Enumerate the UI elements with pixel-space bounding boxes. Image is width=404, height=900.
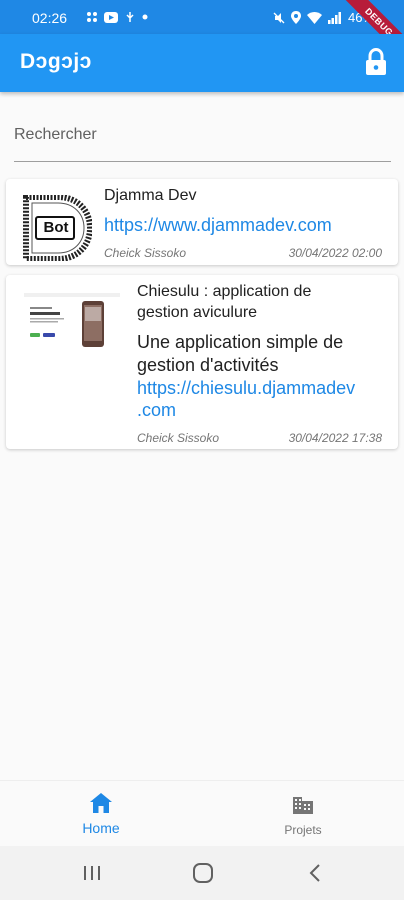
- post-link[interactable]: https://chiesulu.djammadev .com: [137, 377, 355, 421]
- post-title: Djamma Dev: [104, 187, 197, 204]
- location-icon: [290, 11, 301, 24]
- post-link[interactable]: https://www.djammadev.com: [104, 214, 332, 236]
- youtube-icon: [104, 11, 118, 23]
- post-date: 30/04/2022 17:38: [288, 431, 382, 445]
- post-title-line: gestion aviculure: [137, 304, 258, 321]
- post-title-line: Chiesulu : application de: [137, 283, 312, 300]
- post-description-line: gestion d'activités: [137, 355, 279, 375]
- post-link-line: .com: [137, 400, 177, 420]
- dot-icon: [142, 14, 148, 20]
- post-card[interactable]: Chiesulu : application de gestion avicul…: [6, 275, 398, 449]
- post-link-line: https://chiesulu.djammadev: [137, 378, 356, 398]
- back-button[interactable]: [300, 860, 330, 886]
- post-author: Cheick Sissoko: [104, 246, 187, 260]
- app-title: Dɔgɔjɔ: [20, 50, 92, 73]
- status-time: 02:26: [32, 10, 68, 26]
- mute-icon: [273, 12, 285, 23]
- post-card[interactable]: Bot Djamma Dev https://www.djammadev.com…: [6, 179, 398, 265]
- wifi-icon: [306, 11, 322, 24]
- post-title: Chiesulu : application de gestion avicul…: [137, 281, 311, 323]
- home-icon: [90, 793, 112, 813]
- app-bar: Dɔgɔjɔ: [0, 34, 404, 92]
- recent-apps-button[interactable]: [77, 860, 107, 886]
- home-system-button[interactable]: [188, 860, 218, 886]
- nav-home[interactable]: Home: [41, 793, 161, 836]
- app-screenshot-thumbnail: [24, 293, 120, 355]
- bot-logo-thumbnail: Bot: [22, 194, 94, 262]
- bot-logo-text: Bot: [43, 219, 69, 236]
- bottom-navigation: Home Projets: [0, 780, 404, 846]
- search-container: [14, 116, 391, 162]
- status-bar: 02:26 46% DEBUG: [0, 0, 404, 67]
- building-icon: [293, 797, 313, 814]
- post-description-line: Une application simple de: [137, 332, 344, 352]
- lock-icon: [366, 47, 386, 75]
- post-date: 30/04/2022 02:00: [288, 246, 382, 260]
- post-description: Une application simple de gestion d'acti…: [137, 331, 343, 377]
- home-circle-icon: [193, 863, 213, 883]
- nav-projets[interactable]: Projets: [243, 793, 363, 837]
- system-navigation-bar: [0, 846, 404, 900]
- signal-icon: [327, 11, 341, 24]
- apps-grid-icon: [87, 12, 97, 22]
- usb-icon: [126, 12, 134, 22]
- back-chevron-icon: [309, 864, 320, 882]
- post-author: Cheick Sissoko: [137, 431, 220, 445]
- nav-projets-label: Projets: [284, 823, 322, 837]
- notification-icons: [86, 11, 148, 23]
- search-input[interactable]: [14, 116, 391, 152]
- lock-button[interactable]: [364, 47, 388, 76]
- nav-home-label: Home: [82, 820, 120, 836]
- recent-apps-icon: [84, 866, 100, 880]
